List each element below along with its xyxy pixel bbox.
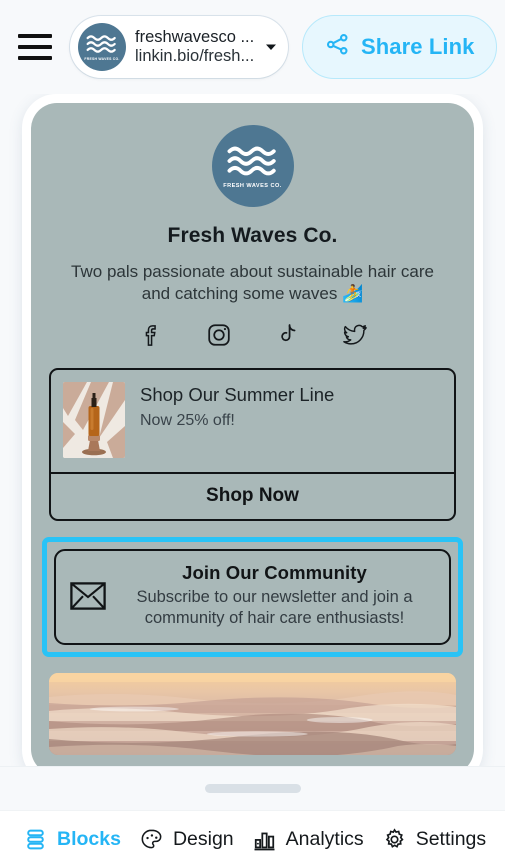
product-title: Shop Our Summer Line (140, 383, 335, 405)
share-link-label: Share Link (361, 34, 475, 59)
nav-label-settings: Settings (415, 828, 487, 850)
logo-caption: FRESH WAVES CO. (223, 183, 282, 189)
twitter-icon[interactable] (341, 321, 369, 349)
block-newsletter-selected[interactable]: Join Our Community Subscribe to our news… (42, 536, 463, 657)
newsletter-text: Join Our Community Subscribe to our news… (116, 562, 433, 630)
hamburger-bar (18, 34, 52, 38)
block-image[interactable] (49, 672, 456, 755)
app-header: FRESH WAVES CO. freshwavesco ... linkin.… (0, 0, 505, 94)
nav-item-design[interactable]: Design (130, 827, 243, 852)
envelope-icon (70, 582, 106, 610)
share-nodes-icon (325, 32, 350, 62)
shop-now-button[interactable]: Shop Now (51, 471, 454, 519)
facebook-icon[interactable] (137, 321, 165, 349)
palette-icon (139, 827, 164, 852)
nav-item-analytics[interactable]: Analytics (243, 827, 373, 852)
avatar: FRESH WAVES CO. (211, 125, 294, 207)
beach-sunset-photo (49, 672, 456, 755)
product-photo-dropper-bottle (63, 381, 125, 458)
phone-frame: FRESH WAVES CO. Fresh Waves Co. Two pals… (22, 94, 483, 766)
fresh-waves-logo-icon: FRESH WAVES CO. (78, 23, 126, 71)
nav-label-analytics: Analytics (285, 828, 364, 850)
account-url: linkin.bio/fresh... (135, 47, 255, 65)
app-root: FRESH WAVES CO. freshwavesco ... linkin.… (0, 0, 505, 868)
site-picker-dropdown[interactable]: FRESH WAVES CO. freshwavesco ... linkin.… (70, 16, 288, 78)
hamburger-bar (18, 45, 52, 49)
blocks-icon (23, 827, 48, 852)
preview-area: FRESH WAVES CO. Fresh Waves Co. Two pals… (0, 94, 505, 766)
newsletter-description: Subscribe to our newsletter and join a c… (136, 587, 413, 628)
nav-label-design: Design (172, 828, 234, 850)
nav-item-blocks[interactable]: Blocks (14, 827, 130, 852)
newsletter-title: Join Our Community (182, 561, 367, 583)
hamburger-bar (18, 56, 52, 60)
product-row: Shop Our Summer Line Now 25% off! (51, 370, 454, 472)
product-info: Shop Our Summer Line Now 25% off! (140, 382, 334, 430)
social-links (49, 321, 456, 349)
profile-name: Fresh Waves Co. (167, 224, 338, 247)
site-picker-text: freshwavesco ... linkin.bio/fresh... (135, 28, 255, 67)
share-link-button[interactable]: Share Link (302, 15, 498, 79)
gear-icon (382, 827, 407, 852)
blocks-list: Shop Our Summer Line Now 25% off! Shop N… (42, 367, 463, 755)
nav-label-blocks: Blocks (57, 828, 121, 850)
instagram-icon[interactable] (205, 321, 233, 349)
nav-item-settings[interactable]: Settings (373, 827, 495, 852)
profile-bio: Two pals passionate about sustainable ha… (71, 262, 434, 304)
product-subtitle: Now 25% off! (140, 412, 235, 430)
sheet-handle-area (0, 766, 505, 810)
hamburger-menu-icon[interactable] (18, 30, 56, 64)
bottom-navigation: Blocks Design Analytics Settings (0, 810, 505, 868)
tiktok-icon[interactable] (273, 321, 301, 349)
phone-screen: FRESH WAVES CO. Fresh Waves Co. Two pals… (31, 103, 474, 766)
block-product[interactable]: Shop Our Summer Line Now 25% off! Shop N… (49, 367, 456, 521)
bar-chart-icon (252, 827, 277, 852)
account-name: freshwavesco ... (135, 27, 255, 46)
chevron-down-icon[interactable] (264, 40, 278, 54)
drag-handle[interactable] (204, 784, 301, 793)
block-newsletter[interactable]: Join Our Community Subscribe to our news… (54, 548, 451, 645)
logo-caption: FRESH WAVES CO. (84, 57, 120, 61)
profile-section: FRESH WAVES CO. Fresh Waves Co. Two pals… (49, 109, 456, 349)
